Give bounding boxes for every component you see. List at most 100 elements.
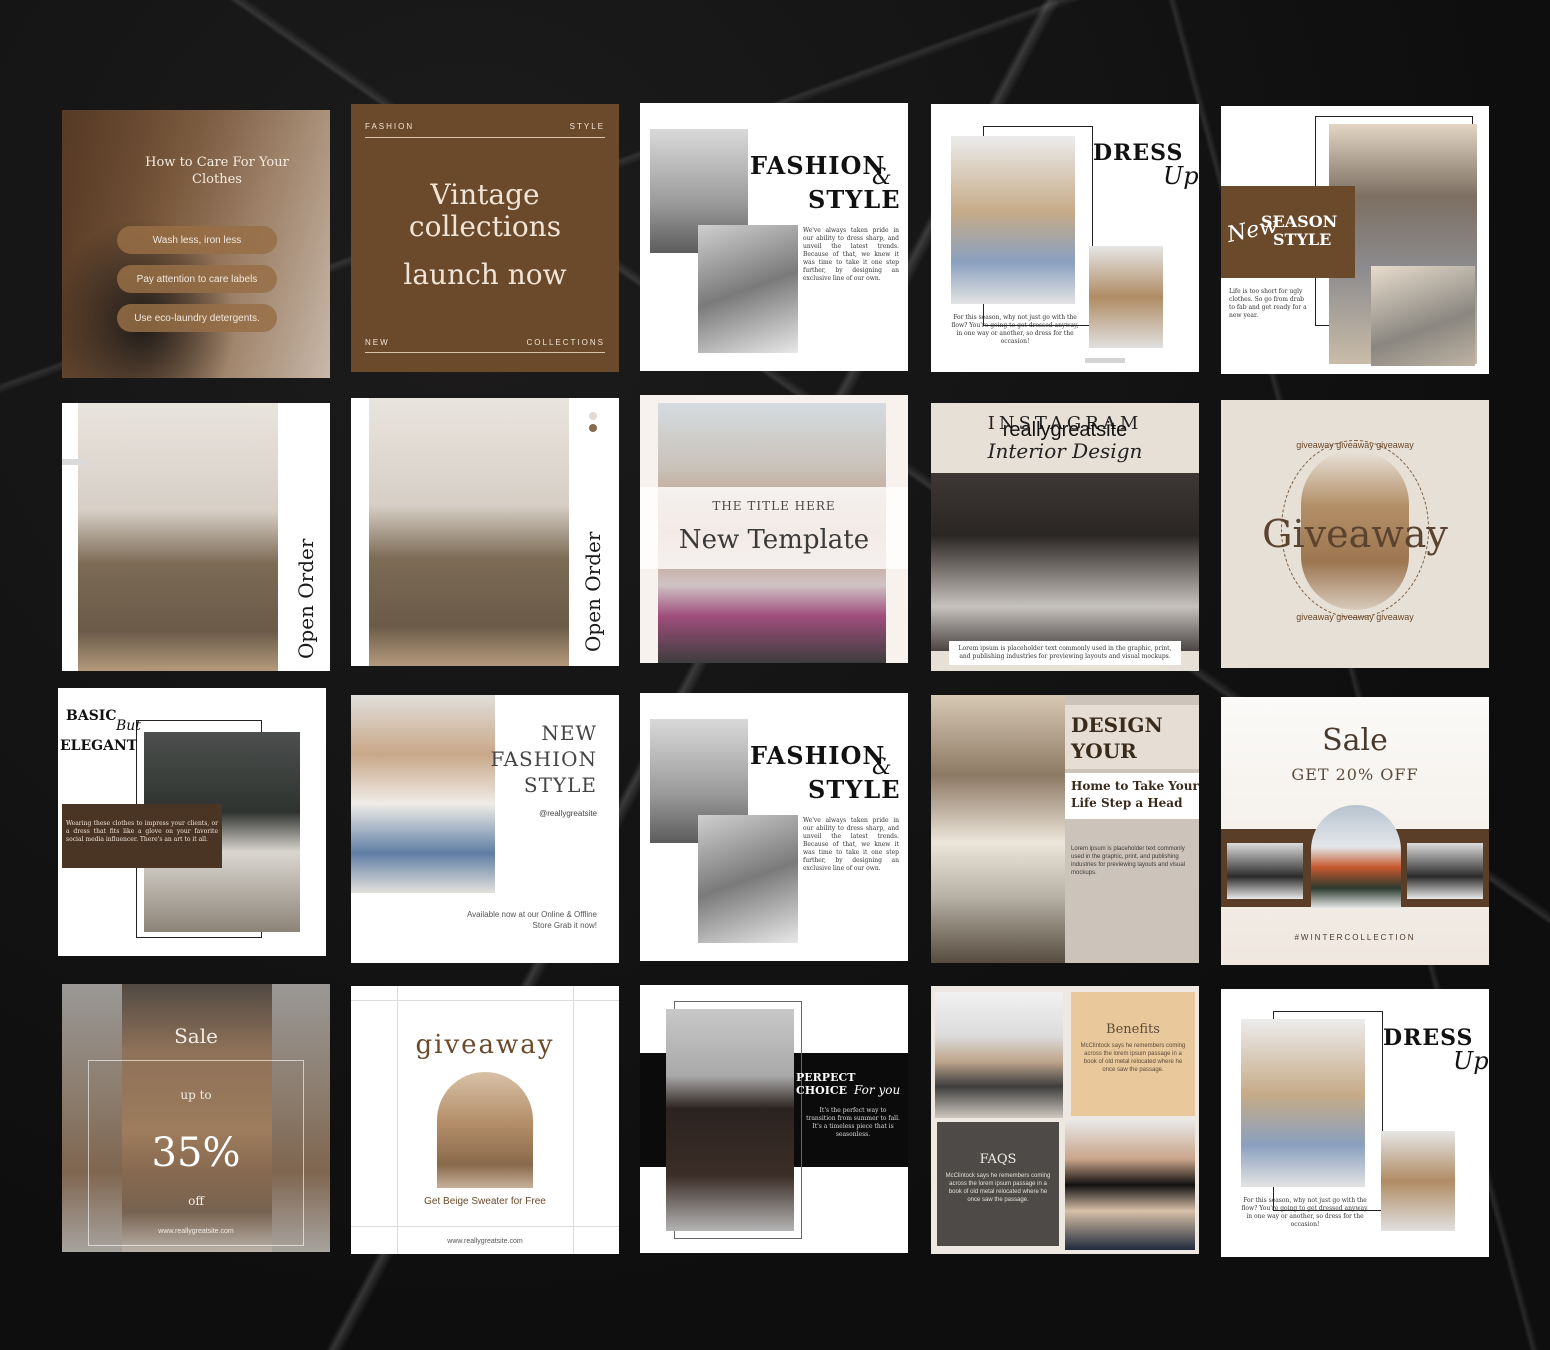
- trench-model-photo: [1241, 1019, 1365, 1187]
- fashion-body: We've always taken pride in our ability …: [803, 817, 899, 872]
- fashion-title-1: FASHION: [750, 741, 886, 770]
- giveaway-word: Giveaway: [1262, 512, 1448, 556]
- grid-line-top: [351, 1000, 619, 1001]
- open-order-vertical: Open Order: [581, 531, 605, 652]
- faqs-body: McClintock says he remembers coming acro…: [945, 1173, 1051, 1203]
- perpect-body: It's the perfect way to transition from …: [806, 1107, 900, 1138]
- design-body: Lorem ipsum is placeholder text commonly…: [1071, 846, 1186, 876]
- sale35-percent: 35%: [151, 1130, 241, 1176]
- sale35-site: www.reallygreatsite.com: [158, 1228, 234, 1235]
- new-fashion-title-1: NEW: [541, 721, 597, 745]
- sale35-off: off: [188, 1194, 204, 1208]
- benefits-heading: Benefits: [1106, 1022, 1160, 1037]
- template-basic-elegant[interactable]: BASIC But ELEGANT Wearing these clothes …: [58, 688, 326, 956]
- template-giveaway-sweater[interactable]: giveaway Get Beige Sweater for Free www.…: [351, 986, 619, 1254]
- sale-hashtag: #WINTERCOLLECTION: [1294, 933, 1416, 942]
- vintage-divider-top: [365, 137, 605, 138]
- new-fashion-title-2: FASHION: [490, 747, 597, 771]
- tip-pill-3: Use eco-laundry detergents.: [117, 304, 277, 332]
- ring-bottom-text: giveaway giveaway giveaway: [1296, 612, 1414, 622]
- dot-light: [589, 412, 597, 420]
- trench-model-photo: [951, 136, 1075, 304]
- slider-handle[interactable]: [62, 459, 90, 465]
- template-sale-winter[interactable]: Sale GET 20% OFF #WINTERCOLLECTION: [1221, 697, 1489, 965]
- template-dress-up[interactable]: DRESS Up For this season, why not just g…: [931, 104, 1199, 372]
- template-vintage[interactable]: FASHION STYLE Vintage collections launch…: [351, 104, 619, 372]
- design-title-1: DESIGN: [1071, 713, 1163, 737]
- basket-woman-photo: [369, 398, 569, 666]
- template-title: New Template: [678, 525, 870, 555]
- giveaway-site: www.reallygreatsite.com: [447, 1238, 523, 1245]
- grid-line-bottom: [351, 1226, 619, 1227]
- vintage-line-1: Vintage: [430, 178, 540, 211]
- vintage-line-3: launch now: [403, 258, 567, 291]
- sale-title: Sale: [1322, 723, 1388, 758]
- fashion-title-2: STYLE: [808, 185, 901, 214]
- model-hoodie-small-photo: [1371, 266, 1475, 366]
- winter-couple-photo: [1311, 805, 1401, 909]
- grid-line-left: [397, 986, 398, 1254]
- vintage-top-right: STYLE: [569, 122, 605, 131]
- yoga-class-photo: [935, 992, 1063, 1118]
- new-fashion-title-3: STYLE: [523, 773, 597, 797]
- interior-sofa-photo: [931, 695, 1065, 963]
- template-new-season[interactable]: New SEASON STYLE Life is too short for u…: [1221, 106, 1489, 374]
- template-sale-35[interactable]: Sale up to 35% off www.reallygreatsite.c…: [62, 984, 330, 1252]
- winter-man-left-photo: [1227, 843, 1303, 899]
- benefits-body: McClintock says he remembers coming acro…: [1080, 1043, 1186, 1073]
- sale-offer: GET 20% OFF: [1291, 765, 1419, 784]
- template-design-your-home[interactable]: DESIGN YOUR Home to Take Your Life Step …: [931, 695, 1199, 963]
- fashion-body: We've always taken pride in our ability …: [803, 227, 899, 282]
- beige-sweater-photo: [437, 1072, 533, 1188]
- dress-body: For this season, why not just go with th…: [1241, 1197, 1369, 1228]
- fashion-title-1: FASHION: [750, 151, 886, 180]
- living-room-photo: [931, 473, 1199, 651]
- perpect-script: For you: [854, 1083, 901, 1097]
- design-subtitle-2: Life Step a Head: [1071, 796, 1183, 810]
- winter-man-right-photo: [1407, 843, 1483, 899]
- season-body: Life is too short for ugly clothes. So g…: [1229, 288, 1307, 319]
- ring-top-text: giveaway giveaway giveaway: [1296, 440, 1414, 450]
- vintage-bottom-right: COLLECTIONS: [526, 338, 605, 347]
- basic-body: Wearing these clothes to impress your cl…: [66, 820, 218, 843]
- basket-woman-photo: [78, 403, 278, 671]
- template-instagram-interior[interactable]: INSTAGRAM reallygreatsite Interior Desig…: [931, 403, 1199, 671]
- fitness-woman-photo: [1065, 1120, 1195, 1250]
- design-title-2: YOUR: [1071, 739, 1137, 763]
- fashion-title-2: STYLE: [808, 775, 901, 804]
- template-fashion-style-2[interactable]: FASHION & STYLE We've always taken pride…: [640, 693, 908, 961]
- template-new-template[interactable]: THE TITLE HERE New Template: [640, 395, 908, 663]
- model-chair-photo: [666, 1009, 794, 1231]
- template-open-order-2[interactable]: Open Order: [351, 398, 619, 666]
- trench-model-small-photo: [1381, 1131, 1455, 1231]
- sale35-title: Sale: [174, 1024, 218, 1048]
- template-open-order-1[interactable]: Open Order: [62, 403, 330, 671]
- template-dress-up-2[interactable]: DRESS Up For this season, why not just g…: [1221, 989, 1489, 1257]
- template-care-clothes[interactable]: How to Care For Your Clothes Wash less, …: [62, 110, 330, 378]
- sale35-upto: up to: [180, 1088, 212, 1102]
- new-fashion-body: Available now at our Online & Offline St…: [466, 910, 597, 930]
- new-fashion-handle: @reallygreatsite: [539, 809, 597, 818]
- giveaway-arc-title: giveaway: [415, 1030, 555, 1060]
- vintage-top-left: FASHION: [365, 122, 415, 131]
- faqs-heading: FAQS: [979, 1152, 1017, 1167]
- dot-brown: [589, 424, 597, 432]
- instagram-script: Interior Design: [987, 439, 1143, 463]
- trench-model-small-photo: [1089, 246, 1163, 348]
- tip-pill-1: Wash less, iron less: [117, 226, 277, 254]
- template-giveaway-ring[interactable]: giveaway giveaway giveaway Giveaway give…: [1221, 400, 1489, 668]
- grid-line-right: [573, 986, 574, 1254]
- template-benefits-faqs[interactable]: Benefits McClintock says he remembers co…: [931, 986, 1199, 1254]
- dress-body: For this season, why not just go with th…: [951, 314, 1079, 345]
- basic-title-1: BASIC: [66, 708, 117, 724]
- season-title-2: STYLE: [1273, 230, 1332, 249]
- vintage-divider-bottom: [365, 352, 605, 353]
- smiling-woman-photo: [351, 695, 495, 893]
- template-perpect-choice[interactable]: PERPECT CHOICE For you It's the perfect …: [640, 985, 908, 1253]
- dress-script: Up: [1453, 1047, 1489, 1075]
- template-fashion-style[interactable]: FASHION & STYLE We've always taken pride…: [640, 103, 908, 371]
- dress-script: Up: [1163, 162, 1199, 190]
- dress-bottom-bar: [1085, 358, 1125, 363]
- vintage-line-2: collections: [408, 210, 562, 243]
- template-new-fashion[interactable]: NEW FASHION STYLE @reallygreatsite Avail…: [351, 695, 619, 963]
